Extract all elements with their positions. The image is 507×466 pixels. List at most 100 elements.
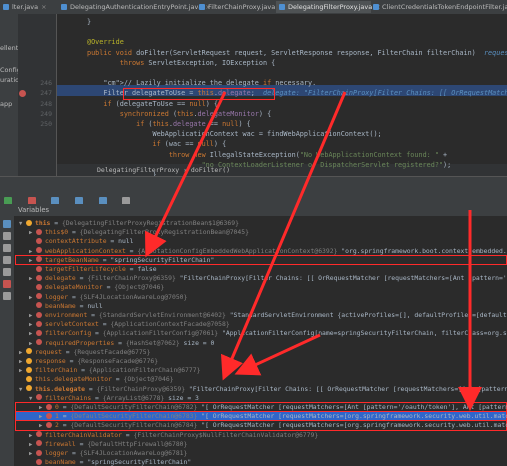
variable-value: "ApplicationFilterConfig[name=springSecu… [222,329,507,338]
variable-name: beanName [45,458,76,466]
variable-name: this [35,219,51,227]
editor-tab-label: ClientCredentialsTokenEndpointFilter.jav… [382,3,507,11]
editor-tab[interactable]: DelegatingFilterProxy.java× [276,1,381,13]
variable-value: null [118,237,134,246]
code-line: throws ServletException, IOException { [119,58,276,67]
arrow-up-icon[interactable] [3,244,11,252]
line-number: 246 [40,79,52,88]
editor-tab-label: DelegatingAuthenticationEntryPoint.java [70,3,203,11]
java-file-icon [373,4,379,10]
variable-value: "[ OrRequestMatcher [requestMatchers=[or… [201,412,507,421]
variable-value: size = 0 [179,338,215,347]
variables-panel-header: Variables [0,204,507,216]
breakpoint-icon[interactable] [3,280,11,288]
field-icon [36,265,42,272]
field-icon [36,440,42,447]
field-icon [36,394,42,401]
field-icon [36,458,42,465]
highlight-box [123,87,275,100]
variable-type: {ApplicationContextFacade@7058} [110,320,230,329]
copy-icon[interactable] [3,268,11,276]
editor-tab-label: lter.java [12,3,39,11]
variable-name: environment [45,311,88,319]
variable-name: delegate [45,274,76,283]
field-icon [36,320,42,327]
variable-name: filterChain [35,366,78,375]
field-icon [36,311,42,318]
variable-type: {ResponseFacade@6776} [77,357,159,365]
variable-type: {FilterChainProxy@6359} [87,274,176,283]
variable-type: {DefaultHttpFirewall@6780} [87,439,188,448]
line-number: 248 [40,99,52,108]
field-icon [36,431,42,438]
line-number: 249 [40,109,52,118]
editor-tab-bar: lter.java × DelegatingAuthenticationEntryP… [0,0,507,15]
field-icon [36,449,42,456]
variables-tree[interactable]: ▼ this = {DelegatingFilterProxyRegistrati… [15,216,507,466]
field-icon [46,412,52,419]
editor-tab[interactable]: FilterChainProxy.java× [196,1,284,13]
debug-panel-header [0,176,507,191]
variables-title: Variables [18,206,50,214]
project-tree-label[interactable]: ellent [0,44,18,52]
parameter-icon [26,385,32,392]
variable-row[interactable]: beanName = "springSecurityFilterChain" [15,457,507,466]
variable-type: {SLF4JLocationAwareLog@6781} [79,449,188,457]
variable-name: servletContext [45,320,99,329]
variable-name: response [35,357,66,365]
variable-value: null [87,301,103,310]
variable-name: filterChainValidator [45,430,122,439]
variable-type: {DefaultSecurityFilterChain@6783} [70,412,198,421]
code-line: } [87,18,92,26]
field-icon [36,302,42,309]
editor-tab[interactable]: ClientCredentialsTokenEndpointFilter.jav… [370,1,507,13]
arrow-down-icon[interactable] [3,256,11,264]
variable-value: "[ OrRequestMatcher [requestMatchers=[or… [201,421,507,430]
parameter-icon [26,348,32,355]
close-tab-icon[interactable]: × [41,3,46,11]
editor-tab-label: FilterChainProxy.java [208,3,276,11]
variable-value: "[ OrRequestMatcher [requestMatchers=[An… [201,403,507,411]
field-icon [36,228,42,235]
editor-tab[interactable]: DelegatingAuthenticationEntryPoint.java × [58,1,211,13]
collapse-icon[interactable] [3,232,11,240]
variable-type: {ApplicationFilterConfig@7061} [102,329,219,338]
parameter-icon [26,375,32,382]
variable-type: {DefaultSecurityFilterChain@6782} [70,403,198,411]
field-icon [36,237,42,244]
variable-type: {SLF4JLocationAwareLog@7050} [79,292,188,301]
field-icon [46,421,52,428]
variable-type: {DefaultSecurityFilterChain@6784} [70,421,198,430]
field-icon [36,293,42,300]
line-number: 250 [40,120,52,128]
field-icon [36,247,42,254]
variable-name: targetBeanName [45,255,99,264]
java-file-icon [3,4,9,10]
debug-sidebar [0,216,15,466]
editor-tab[interactable]: lter.java × [0,1,59,13]
variable-type: {FilterChainProxy@6359} [96,384,186,393]
variable-type: {StandardServletEnvironment@6402} [98,311,226,319]
debug-toolbar [0,190,507,205]
variable-value: "FilterChainProxy[Filter Chains: [[ OrRe… [188,384,507,393]
code-editor[interactable]: DelegatingFilterProxy › doFilter() } @Ove… [57,14,507,176]
variable-name: delegateMonitor [45,283,103,292]
variable-name: webApplicationContext [45,246,126,255]
variable-value: "StandardServletEnvironment {activeProfi… [229,311,507,319]
variable-name: logger [45,292,69,301]
settings-icon[interactable] [3,292,11,300]
variable-name: this.delegateMonitor [35,375,112,384]
variable-name: beanName [45,301,76,310]
project-tree-label[interactable]: app [0,100,12,108]
variable-name: logger [45,449,69,457]
field-icon [46,403,52,410]
parameter-icon [26,357,32,364]
variable-name: this$0 [45,228,69,237]
watch-add-icon[interactable] [3,220,11,228]
variable-type: {RequestFacade@6775} [73,347,151,356]
field-icon [36,339,42,346]
variable-value: "springSecurityFilterChain" [87,458,192,466]
variable-value: size = 3 [164,393,199,402]
java-file-icon [61,4,67,10]
project-panel-strip: ellent Config uration app [0,14,23,176]
